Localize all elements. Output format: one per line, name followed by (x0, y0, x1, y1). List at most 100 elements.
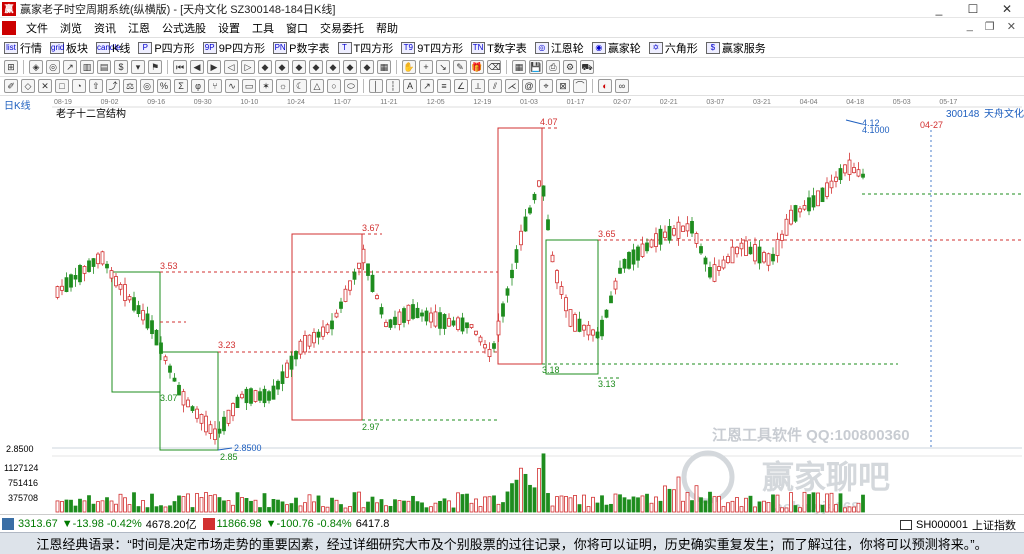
prev-icon[interactable]: ◀ (190, 60, 204, 74)
dropdown-icon[interactable]: ▾ (131, 60, 145, 74)
arrow-up-icon[interactable]: ⇧ (89, 79, 103, 93)
hook-icon[interactable]: ⤴ (106, 79, 120, 93)
layout-icon[interactable]: ⊞ (4, 60, 18, 74)
diamond-icon[interactable]: ◆ (343, 60, 357, 74)
channel-icon[interactable]: ⫽ (488, 79, 502, 93)
star-icon[interactable]: ✶ (259, 79, 273, 93)
forward-icon[interactable]: ▷ (241, 60, 255, 74)
infinity-icon[interactable]: ∞ (615, 79, 629, 93)
first-icon[interactable]: ⏮ (173, 60, 187, 74)
toolbar-p-square-button[interactable]: P P四方形 (138, 40, 195, 56)
next-icon[interactable]: ▶ (207, 60, 221, 74)
angle-icon[interactable]: ∠ (454, 79, 468, 93)
pencil-icon[interactable]: ✎ (453, 60, 467, 74)
date-line-icon[interactable]: ┆ (386, 79, 400, 93)
marker-icon[interactable]: ⌖ (539, 79, 553, 93)
menu-help[interactable]: 帮助 (370, 20, 404, 36)
trend-icon[interactable]: ↗ (420, 79, 434, 93)
menu-settings[interactable]: 设置 (212, 20, 246, 36)
toolbar-winner-wheel-button[interactable]: ◉ 赢家轮 (591, 40, 641, 56)
flag-icon[interactable]: ⚑ (148, 60, 162, 74)
hand-icon[interactable]: ✋ (402, 60, 416, 74)
cross-icon[interactable]: ✕ (38, 79, 52, 93)
triangle-icon[interactable]: △ (310, 79, 324, 93)
toolbar-service-button[interactable]: $ 赢家服务 (705, 40, 766, 56)
level-icon[interactable]: ≡ (437, 79, 451, 93)
menu-tools[interactable]: 工具 (246, 20, 280, 36)
gift-icon[interactable]: 🎁 (470, 60, 484, 74)
menu-window[interactable]: 窗口 (280, 20, 314, 36)
square-icon[interactable]: □ (55, 79, 69, 93)
pattern-icon[interactable]: ◈ (29, 60, 43, 74)
toolbar-hexagon-button[interactable]: ✡ 六角形 (648, 40, 698, 56)
pie-icon[interactable]: ◔ (72, 79, 86, 93)
diamond-icon[interactable]: ◆ (360, 60, 374, 74)
grid-icon[interactable]: ▦ (377, 60, 391, 74)
status-code[interactable]: SH000001 (916, 519, 968, 531)
diamond-icon[interactable]: ◆ (275, 60, 289, 74)
circle-icon[interactable]: ○ (327, 79, 341, 93)
percent-icon[interactable]: % (157, 79, 171, 93)
toolbar-9t-square-button[interactable]: T9 9T四方形 (401, 40, 463, 56)
ellipse-icon[interactable]: ⬭ (344, 79, 358, 93)
bars-icon[interactable]: ▥ (80, 60, 94, 74)
kline-chart[interactable]: 08-19 09-02 09-16 09-30 10-10 10-24 11-07 11-21… (0, 96, 1024, 516)
arc-icon[interactable]: ⌒ (573, 79, 587, 93)
scale-icon[interactable]: ⚖ (123, 79, 137, 93)
dollar-icon[interactable]: $ (114, 60, 128, 74)
menu-browse[interactable]: 浏览 (54, 20, 88, 36)
print-icon[interactable]: ⎙ (546, 60, 560, 74)
toolbar-quotes-button[interactable]: list 行情 (4, 40, 42, 56)
menu-info[interactable]: 资讯 (88, 20, 122, 36)
fib-icon[interactable]: φ (191, 79, 205, 93)
menu-file[interactable]: 文件 (20, 20, 54, 36)
brush-icon[interactable]: ✐ (4, 79, 18, 93)
diamond-icon[interactable]: ◆ (326, 60, 340, 74)
toolbar-t-square-button[interactable]: T T四方形 (337, 40, 393, 56)
diamond-icon[interactable]: ◆ (258, 60, 272, 74)
diamond-icon[interactable]: ◇ (21, 79, 35, 93)
toolbar-p-table-button[interactable]: PN P数字表 (273, 40, 330, 56)
settings-icon[interactable]: ⚙ (563, 60, 577, 74)
sigma-icon[interactable]: Σ (174, 79, 188, 93)
vertical-line-icon[interactable]: │ (369, 79, 383, 93)
gann-box-icon[interactable]: ⊠ (556, 79, 570, 93)
toolbar-9p-square-button[interactable]: 9P 9P四方形 (202, 40, 265, 56)
toolbar-sector-button[interactable]: grid 板块 (50, 40, 88, 56)
eraser-icon[interactable]: ⌫ (487, 60, 501, 74)
diamond-icon[interactable]: ◆ (309, 60, 323, 74)
color-wheel-icon[interactable]: ◐ (598, 79, 612, 93)
close-icon[interactable]: ✕ (990, 0, 1024, 18)
calendar-icon[interactable]: ▦ (512, 60, 526, 74)
toolbar-t-table-button[interactable]: TN T数字表 (471, 40, 527, 56)
cycle-icon[interactable]: ◎ (46, 60, 60, 74)
mdi-minimize-icon[interactable]: _ (967, 20, 973, 33)
wave-icon[interactable]: ∿ (225, 79, 239, 93)
fork-icon[interactable]: ⑂ (208, 79, 222, 93)
menu-gann[interactable]: 江恩 (122, 20, 156, 36)
toolbar-kline-button[interactable]: candle K线 (96, 40, 130, 56)
period-icon[interactable]: ⟂ (471, 79, 485, 93)
spiral-icon[interactable]: @ (522, 79, 536, 93)
fan-icon[interactable]: ⋌ (505, 79, 519, 93)
chart-up-icon[interactable]: ↗ (63, 60, 77, 74)
columns-icon[interactable]: ▤ (97, 60, 111, 74)
toolbar-gann-wheel-button[interactable]: ◎ 江恩轮 (534, 40, 584, 56)
diamond-icon[interactable]: ◆ (292, 60, 306, 74)
moon-icon[interactable]: ☾ (293, 79, 307, 93)
maximize-icon[interactable]: ☐ (956, 0, 990, 18)
target-icon[interactable]: ◎ (140, 79, 154, 93)
mdi-close-icon[interactable]: ✕ (1007, 20, 1016, 33)
back-icon[interactable]: ◁ (224, 60, 238, 74)
status-name[interactable]: 上证指数 (972, 517, 1016, 533)
mdi-restore-icon[interactable]: ❐ (985, 20, 995, 33)
crosshair-icon[interactable]: + (419, 60, 433, 74)
box-icon[interactable]: ▭ (242, 79, 256, 93)
line-icon[interactable]: ↘ (436, 60, 450, 74)
car-icon[interactable]: ⛟ (580, 60, 594, 74)
menu-trade[interactable]: 交易委托 (314, 20, 370, 36)
text-icon[interactable]: A (403, 79, 417, 93)
kline-chart-svg[interactable]: 08-19 09-02 09-16 09-30 10-10 10-24 11-07 11-21… (0, 96, 1024, 516)
sun-icon[interactable]: ☼ (276, 79, 290, 93)
menu-formula[interactable]: 公式选股 (156, 20, 212, 36)
